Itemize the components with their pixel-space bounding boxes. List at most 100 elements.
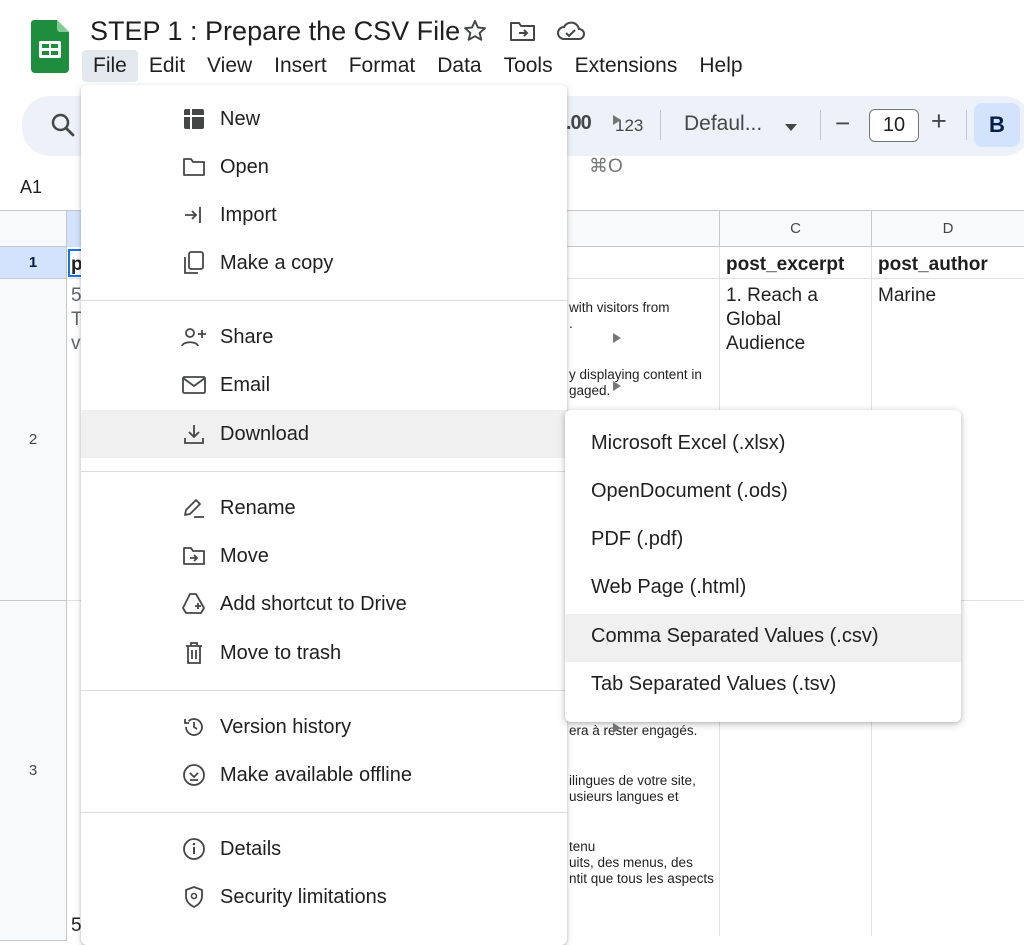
submenu-item-label: OpenDocument (.ods) [591, 480, 788, 502]
cell-c2-line[interactable]: Global [726, 308, 781, 332]
file-menu-download[interactable]: Download [81, 410, 621, 458]
shield-icon [181, 884, 207, 910]
submenu-arrow-icon [611, 379, 623, 391]
menu-help[interactable]: Help [688, 50, 753, 82]
download-pdf[interactable]: PDF (.pdf) [565, 517, 961, 565]
cell-b2-line: y displaying content in [569, 367, 702, 382]
download-html[interactable]: Web Page (.html) [565, 565, 961, 613]
file-menu-details[interactable]: Details [81, 825, 567, 873]
submenu-arrow-icon [611, 331, 623, 343]
cell-a4-fragment: 5 [71, 915, 82, 936]
file-menu-security-limitations[interactable]: Security limitations [81, 873, 567, 921]
toolbar-divider [966, 110, 967, 140]
file-menu-email[interactable]: Email [81, 361, 621, 409]
file-menu-share[interactable]: Share [81, 313, 621, 361]
menu-item-label: Download [220, 422, 309, 445]
cell-d1[interactable]: post_author [878, 254, 988, 276]
bold-button[interactable]: B [974, 103, 1020, 147]
menu-tools[interactable]: Tools [493, 50, 564, 82]
row-header-2[interactable]: 2 [0, 279, 67, 601]
cell-c2-line[interactable]: 1. Reach a [726, 284, 818, 308]
menu-item-label: New [220, 107, 261, 130]
menu-item-label: Move to trash [220, 641, 342, 664]
menu-item-label: Make available offline [220, 763, 412, 786]
select-all-corner[interactable] [0, 211, 67, 247]
cell-b3-line: tenu [569, 839, 596, 854]
file-menu-move[interactable]: Move [81, 532, 567, 580]
row-header-1[interactable]: 1 [0, 247, 67, 279]
submenu-item-label: Web Page (.html) [591, 576, 747, 598]
file-menu-import[interactable]: Import [81, 191, 567, 239]
file-menu-rename[interactable]: Rename [81, 484, 567, 532]
column-header-d[interactable]: D [872, 211, 1024, 247]
menu-item-label: Import [220, 203, 277, 226]
caret-down-icon[interactable] [784, 120, 798, 131]
submenu-item-label: Microsoft Excel (.xlsx) [591, 432, 786, 454]
menu-extensions[interactable]: Extensions [564, 50, 689, 82]
file-menu-version-history[interactable]: Version history [81, 703, 621, 751]
search-icon[interactable] [48, 110, 78, 140]
cell-a2-fragment: 5 [71, 285, 82, 306]
name-box[interactable]: A1 [20, 177, 42, 198]
cell-b3-line: uits, des menus, des [569, 855, 693, 870]
font-select[interactable]: Defaul... [684, 112, 762, 136]
sheets-logo-icon[interactable] [31, 20, 69, 73]
cell-b3-line: ilingues de votre site, [569, 773, 696, 788]
menu-divider [81, 471, 567, 472]
download-ods[interactable]: OpenDocument (.ods) [565, 469, 961, 517]
cell-d2[interactable]: Marine [878, 284, 936, 308]
cell-b3-line: ntit que tous les aspects [569, 871, 714, 886]
info-icon [181, 836, 207, 862]
file-menu-make-offline[interactable]: Make available offline [81, 751, 567, 799]
download-xlsx[interactable]: Microsoft Excel (.xlsx) [565, 421, 961, 469]
font-size-input[interactable]: 10 [869, 109, 919, 142]
menu-item-label: Share [220, 325, 274, 348]
cell-c1[interactable]: post_excerpt [726, 254, 844, 276]
file-menu-make-copy[interactable]: Make a copy [81, 239, 567, 287]
submenu-item-label: PDF (.pdf) [591, 528, 684, 550]
trash-icon [181, 640, 207, 666]
document-title[interactable]: STEP 1 : Prepare the CSV File [90, 13, 460, 49]
menu-file[interactable]: File [82, 50, 138, 82]
menu-edit[interactable]: Edit [138, 50, 196, 82]
import-icon [181, 202, 207, 228]
move-folder-icon [181, 543, 207, 569]
download-csv[interactable]: Comma Separated Values (.csv) [565, 614, 961, 662]
file-menu-new[interactable]: New [81, 95, 621, 143]
cell-b2-line: with visitors from [569, 300, 670, 315]
share-person-icon [181, 324, 207, 350]
cell-c2-line[interactable]: Audience [726, 332, 805, 356]
download-tsv[interactable]: Tab Separated Values (.tsv) [565, 662, 961, 710]
cell-b3-line: era à rester engagés. [569, 723, 698, 738]
drive-shortcut-icon [181, 591, 207, 617]
file-menu-add-shortcut[interactable]: Add shortcut to Drive [81, 580, 567, 628]
history-icon [181, 714, 207, 740]
menu-divider [81, 690, 567, 691]
file-menu-move-to-trash[interactable]: Move to trash [81, 629, 567, 677]
menu-item-label: Version history [220, 715, 352, 738]
increase-font-size-button[interactable]: + [931, 106, 947, 137]
submenu-item-label: Comma Separated Values (.csv) [591, 625, 879, 647]
menu-format[interactable]: Format [338, 50, 427, 82]
menu-item-label: Security limitations [220, 885, 387, 908]
menu-data[interactable]: Data [426, 50, 492, 82]
menu-item-label: Add shortcut to Drive [220, 592, 407, 615]
menu-bar: File Edit View Insert Format Data Tools … [82, 50, 754, 82]
decrease-font-size-button[interactable]: − [835, 108, 850, 139]
file-menu-open[interactable]: Open ⌘O [81, 143, 623, 191]
move-folder-icon[interactable] [508, 16, 538, 46]
menu-item-label: Open [220, 155, 269, 178]
row-header-3[interactable]: 3 [0, 601, 67, 941]
cloud-status-icon[interactable] [556, 16, 586, 46]
submenu-arrow-icon [611, 721, 623, 733]
toolbar-divider [660, 110, 661, 140]
cell-b2-line: . [569, 316, 573, 331]
menu-view[interactable]: View [196, 50, 263, 82]
email-icon [181, 372, 207, 398]
toolbar-divider [820, 110, 821, 140]
star-icon[interactable] [460, 16, 490, 46]
menu-item-label: Rename [220, 496, 296, 519]
increase-decimal-button[interactable]: .00 [566, 112, 592, 135]
column-header-c[interactable]: C [720, 211, 872, 247]
menu-insert[interactable]: Insert [263, 50, 338, 82]
